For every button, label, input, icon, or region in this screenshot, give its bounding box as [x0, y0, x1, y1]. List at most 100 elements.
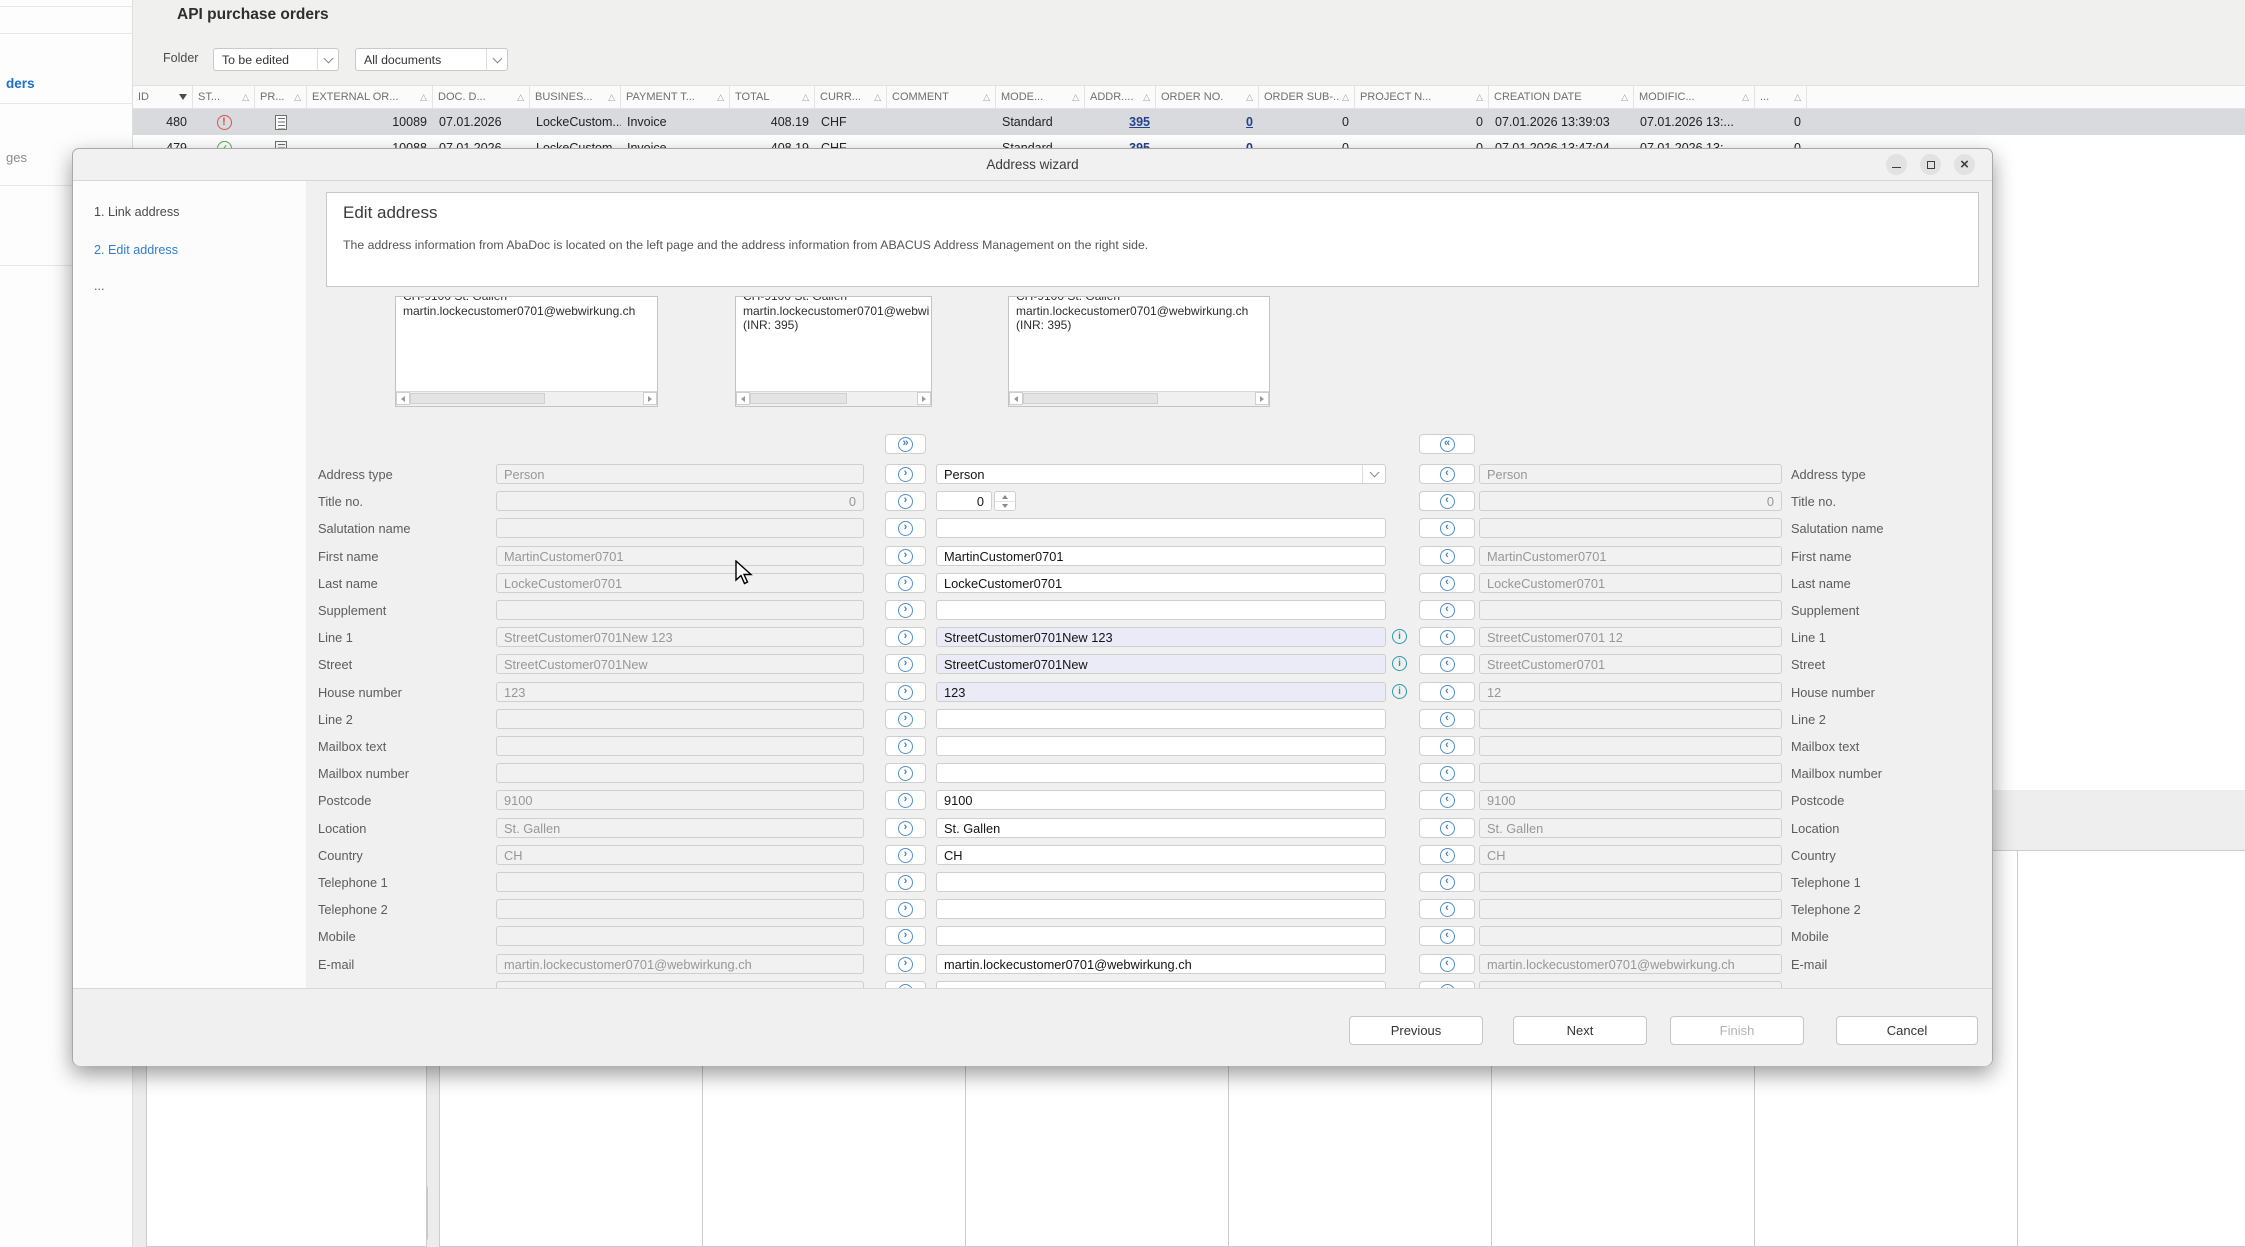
copy-right-button[interactable]: › [885, 818, 926, 838]
copy-left-button[interactable]: ‹ [1419, 709, 1475, 729]
copy-right-button[interactable]: › [885, 546, 926, 566]
order_no-link[interactable]: 0 [1246, 141, 1253, 148]
column-header-addr[interactable]: ADDR....△ [1085, 86, 1156, 108]
edit-field[interactable] [936, 600, 1386, 620]
spinner-down-button[interactable] [995, 501, 1015, 510]
column-header-order_no[interactable]: ORDER NO.△ [1156, 86, 1259, 108]
edit-field[interactable] [936, 736, 1386, 756]
scroll-left-button[interactable] [736, 392, 750, 405]
column-header-creation_date[interactable]: CREATION DATE△ [1489, 86, 1634, 108]
number-spinner[interactable] [994, 491, 1016, 511]
copy-right-button[interactable]: › [885, 872, 926, 892]
sidebar-item-purchase-orders[interactable]: ders [6, 76, 132, 91]
panel-horizontal-scrollbar[interactable] [396, 391, 657, 406]
column-header-business[interactable]: BUSINES...△ [530, 86, 621, 108]
edit-field[interactable]: 123 [936, 682, 1386, 702]
copy-left-button[interactable]: ‹ [1419, 491, 1475, 511]
copy-left-button[interactable]: ‹ [1419, 954, 1475, 974]
next-button[interactable]: Next [1513, 1016, 1647, 1045]
wizard-step-link-address[interactable]: 1. Link address [94, 205, 179, 219]
copy-right-button[interactable]: › [885, 682, 926, 702]
table-row[interactable]: 479✓1008807.01.2026LockeCustom...Invoice… [133, 135, 2245, 148]
edit-field[interactable]: StreetCustomer0701New [936, 654, 1386, 674]
copy-left-button[interactable]: ‹ [1419, 627, 1475, 647]
copy-right-button[interactable]: › [885, 926, 926, 946]
column-header-order_sub[interactable]: ORDER SUB-...△ [1259, 86, 1355, 108]
copy-right-button[interactable]: › [885, 981, 926, 988]
copy-right-button[interactable]: › [885, 654, 926, 674]
copy-left-button[interactable]: ‹ [1419, 790, 1475, 810]
edit-field[interactable] [936, 872, 1386, 892]
copy-left-button[interactable]: ‹ [1419, 573, 1475, 593]
scroll-left-button[interactable] [396, 392, 410, 405]
cancel-button[interactable]: Cancel [1836, 1016, 1978, 1045]
hscrollbar-thumb[interactable] [1023, 393, 1158, 404]
edit-field[interactable] [936, 518, 1386, 538]
edit-field[interactable]: Person [936, 464, 1386, 484]
copy-right-button[interactable]: › [885, 845, 926, 865]
copy-left-button[interactable]: ‹ [1419, 682, 1475, 702]
edit-field[interactable]: 9100 [936, 790, 1386, 810]
copy-left-button[interactable]: ‹ [1419, 736, 1475, 756]
scroll-left-button[interactable] [1009, 392, 1023, 405]
copy-left-button[interactable]: ‹ [1419, 899, 1475, 919]
column-header-external_order[interactable]: EXTERNAL OR...△ [307, 86, 433, 108]
dialog-titlebar[interactable]: Address wizard × [73, 149, 1992, 181]
edit-field[interactable] [936, 763, 1386, 783]
column-header-mode[interactable]: MODE...△ [996, 86, 1085, 108]
previous-button[interactable]: Previous [1349, 1016, 1483, 1045]
copy-left-button[interactable]: ‹ [1419, 872, 1475, 892]
addr-link[interactable]: 395 [1129, 141, 1150, 148]
copy-right-button[interactable]: › [885, 709, 926, 729]
copy-left-button[interactable]: ‹ [1419, 763, 1475, 783]
copy-left-button[interactable]: ‹ [1419, 845, 1475, 865]
hscrollbar-thumb[interactable] [410, 393, 545, 404]
copy-right-button[interactable]: › [885, 573, 926, 593]
copy-left-button[interactable]: ‹ [1419, 818, 1475, 838]
wizard-step-more[interactable]: ... [94, 279, 105, 293]
column-header-status[interactable]: ST...△ [193, 86, 255, 108]
edit-field[interactable] [936, 899, 1386, 919]
edit-field[interactable]: 0 [936, 491, 992, 511]
edit-field[interactable]: martin.lockecustomer0701@webwirkung.ch [936, 954, 1386, 974]
copy-left-button[interactable]: ‹ [1419, 546, 1475, 566]
documents-filter-select[interactable]: All documents [355, 48, 508, 71]
edit-field[interactable] [936, 926, 1386, 946]
copy-right-button[interactable]: › [885, 790, 926, 810]
table-row[interactable]: 480!1008907.01.2026LockeCustom...Invoice… [133, 109, 2245, 135]
column-header-doc_date[interactable]: DOC. D...△ [433, 86, 530, 108]
wizard-step-edit-address[interactable]: 2. Edit address [94, 243, 178, 257]
column-header-pr[interactable]: PR...△ [255, 86, 307, 108]
copy-all-left-button[interactable]: « [1419, 434, 1475, 454]
edit-field[interactable] [936, 709, 1386, 729]
copy-right-button[interactable]: › [885, 763, 926, 783]
edit-field[interactable]: CH [936, 845, 1386, 865]
copy-right-button[interactable]: › [885, 600, 926, 620]
close-button[interactable]: × [1954, 154, 1975, 175]
copy-right-button[interactable]: › [885, 518, 926, 538]
column-header-id[interactable]: ID [133, 86, 193, 108]
edit-field[interactable]: St. Gallen [936, 818, 1386, 838]
column-header-total[interactable]: TOTAL△ [730, 86, 815, 108]
copy-right-button[interactable]: › [885, 627, 926, 647]
copy-left-button[interactable]: ‹ [1419, 981, 1475, 988]
panel-horizontal-scrollbar[interactable] [736, 391, 931, 406]
copy-left-button[interactable]: ‹ [1419, 926, 1475, 946]
scroll-right-button[interactable] [917, 392, 931, 405]
scroll-right-button[interactable] [1255, 392, 1269, 405]
panel-horizontal-scrollbar[interactable] [1009, 391, 1269, 406]
copy-right-button[interactable]: › [885, 464, 926, 484]
column-header-more[interactable]: ...△ [1755, 86, 1807, 108]
hscrollbar-thumb[interactable] [750, 393, 847, 404]
maximize-button[interactable] [1920, 154, 1941, 175]
edit-field[interactable]: MartinCustomer0701 [936, 546, 1386, 566]
edit-field[interactable]: StreetCustomer0701New 123 [936, 627, 1386, 647]
copy-right-button[interactable]: › [885, 954, 926, 974]
copy-left-button[interactable]: ‹ [1419, 654, 1475, 674]
column-header-payment_type[interactable]: PAYMENT T...△ [621, 86, 730, 108]
edit-field[interactable] [936, 981, 1386, 988]
scroll-right-button[interactable] [643, 392, 657, 405]
copy-left-button[interactable]: ‹ [1419, 600, 1475, 620]
folder-select[interactable]: To be edited [213, 48, 339, 71]
copy-right-button[interactable]: › [885, 491, 926, 511]
